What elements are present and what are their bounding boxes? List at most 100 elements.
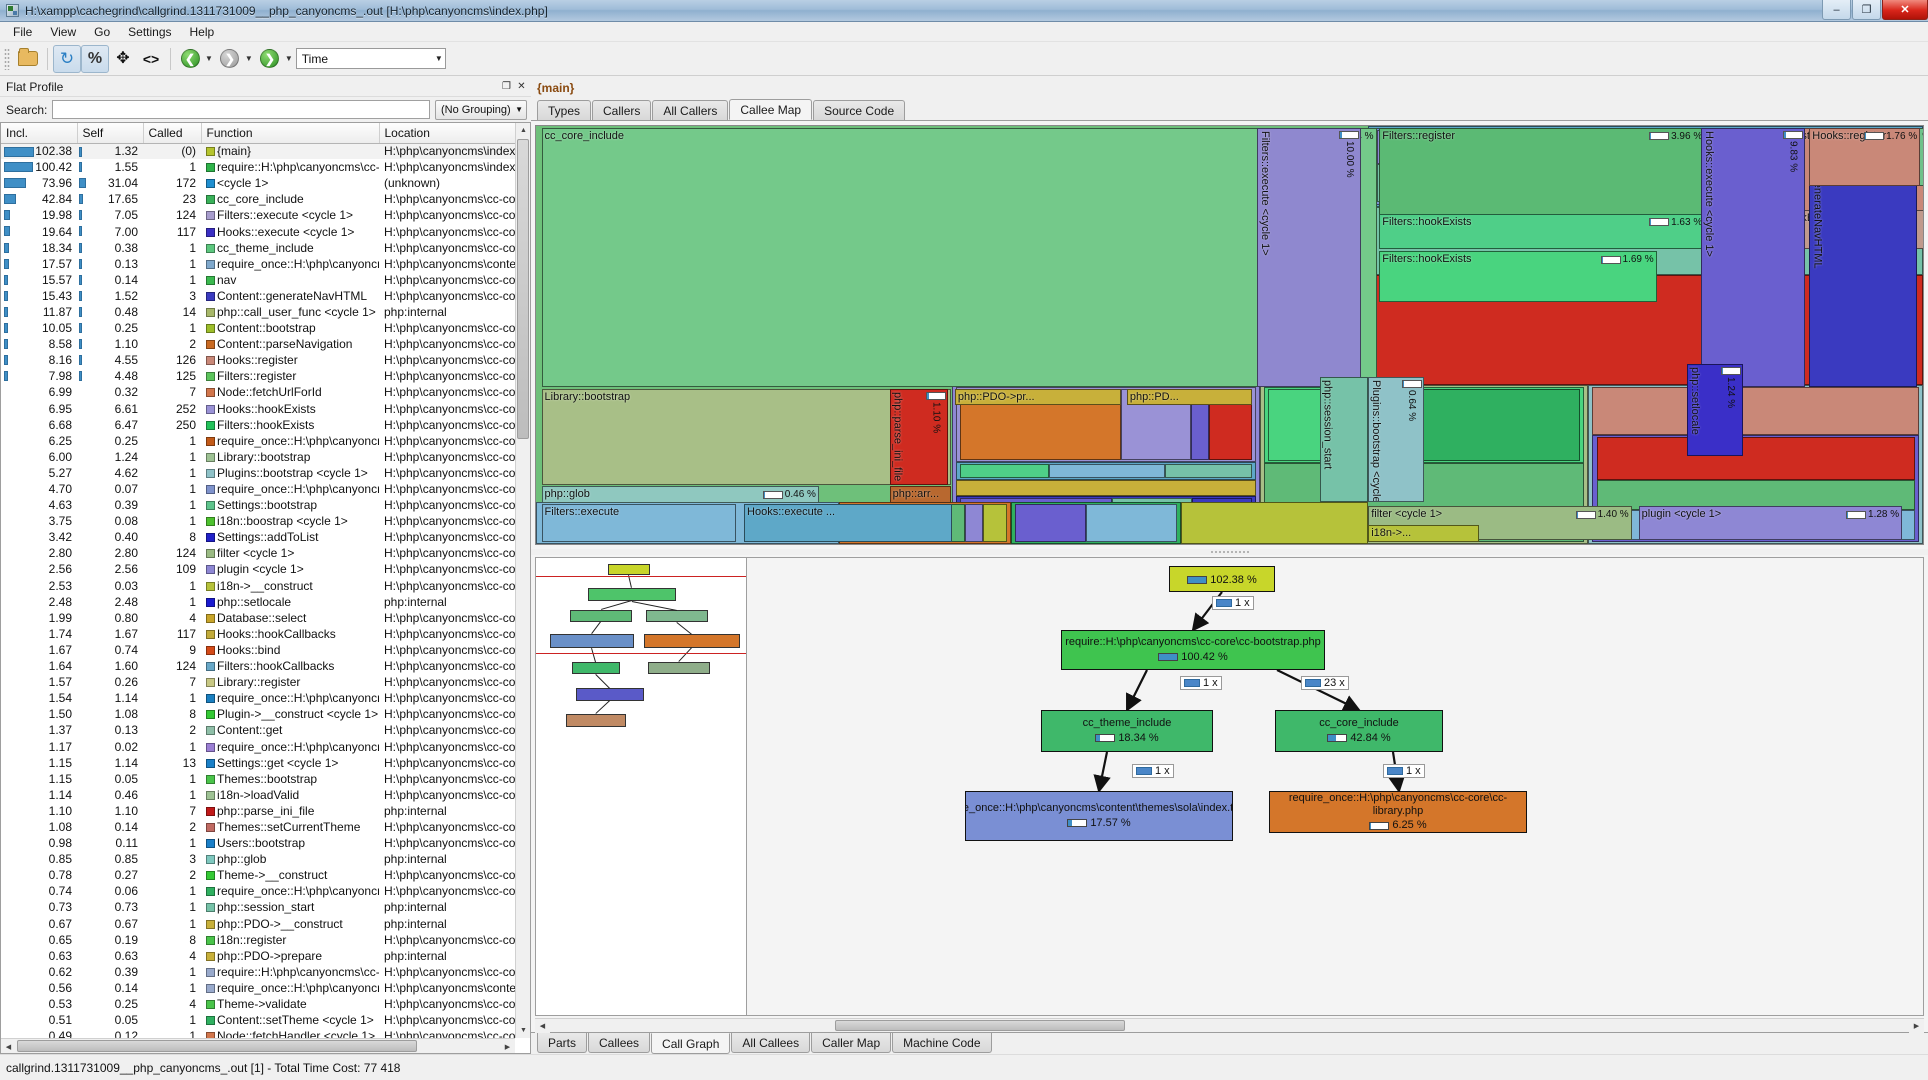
call-graph-canvas[interactable]: 102.38 % require::H:\php\canyoncms\cc-cor… (747, 557, 1924, 1016)
tab-all-callers[interactable]: All Callers (652, 100, 729, 120)
treemap-cell[interactable] (960, 464, 1050, 479)
table-row[interactable]: 1.67 0.74 9 Hooks::bind H:\php\canyoncms\cc-… (1, 642, 515, 658)
table-row[interactable]: 10.05 0.25 1 Content::bootstrap H:\php\canyo… (1, 320, 515, 336)
treemap-cell[interactable]: Plugins::bootstrap <cycle 1> 0.64 % (1368, 376, 1424, 503)
cycle-detection-button[interactable]: <> (137, 45, 165, 73)
treemap-cell[interactable]: Hooks::execute <cycle 1> 9.83 % (1701, 127, 1806, 387)
graph-scroll-left-arrow-icon[interactable]: ◀ (535, 1019, 550, 1033)
treemap-cell[interactable]: i18n->... (1368, 525, 1480, 542)
treemap-cell[interactable]: cc_core_include42.84 % (541, 127, 1377, 387)
table-row[interactable]: 1.15 1.14 13 Settings::get <cycle 1> H:\php\… (1, 755, 515, 771)
table-row[interactable]: 0.85 0.85 3 php::glob php:internal (1, 851, 515, 867)
tab-caller-map[interactable]: Caller Map (811, 1033, 892, 1053)
menu-item-settings[interactable]: Settings (119, 23, 180, 41)
table-row[interactable]: 15.57 0.14 1 nav H:\php\canyoncms\cc-core\ (1, 272, 515, 288)
table-row[interactable]: 6.95 6.61 252 Hooks::hookExists H:\php\canyo… (1, 401, 515, 417)
table-row[interactable]: 0.63 0.63 4 php::PDO->prepare php:internal (1, 948, 515, 964)
table-row[interactable]: 6.68 6.47 250 Filters::hookExists H:\php\can… (1, 417, 515, 433)
tab-types[interactable]: Types (537, 100, 592, 120)
table-horizontal-scrollbar[interactable]: ◀ ▶ (1, 1038, 515, 1053)
treemap-cell[interactable]: Filters::hookExists 1.69 % (1379, 251, 1657, 302)
treemap-cell[interactable] (982, 504, 1007, 542)
call-graph-node[interactable]: require_once::H:\php\canyoncms\content\t… (965, 791, 1233, 841)
up-dropdown-caret-icon[interactable]: ▼ (285, 54, 293, 63)
tab-callers[interactable]: Callers (592, 100, 652, 120)
tab-callee-map[interactable]: Callee Map (729, 99, 813, 120)
table-row[interactable]: 1.08 0.14 2 Themes::setCurrentTheme H:\php\c… (1, 819, 515, 835)
table-row[interactable]: 0.51 0.05 1 Content::setTheme <cycle 1> H:\p… (1, 1012, 515, 1028)
table-row[interactable]: 8.16 4.55 126 Hooks::register H:\php\canyonc… (1, 352, 515, 368)
treemap-cell[interactable]: Filters::execute (541, 504, 736, 542)
menu-item-view[interactable]: View (41, 23, 85, 41)
graph-scroll-right-arrow-icon[interactable]: ▶ (1909, 1019, 1924, 1033)
table-row[interactable]: 2.53 0.03 1 i18n->__construct H:\php\canyonc… (1, 578, 515, 594)
reload-button[interactable]: ↻ (53, 44, 81, 73)
column-header-function[interactable]: Function (201, 123, 380, 144)
callee-map-treemap[interactable]: cc_core_include42.84 %Library::bootstrap… (535, 125, 1924, 545)
table-row[interactable]: 17.57 0.13 1 require_once::H:\php\canyoncms… (1, 256, 515, 272)
table-row[interactable]: 3.75 0.08 1 i18n::boostrap <cycle 1> H:\php\… (1, 513, 515, 529)
treemap-cell[interactable] (1015, 504, 1086, 542)
treemap-cell[interactable] (1596, 437, 1915, 481)
call-graph-node[interactable]: cc_theme_include 18.34 % (1041, 710, 1213, 752)
table-row[interactable]: 1.50 1.08 8 Plugin->__construct <cycle 1> H:… (1, 706, 515, 722)
call-graph-node[interactable]: require_once::H:\php\canyoncms\cc-core\c… (1269, 791, 1527, 833)
treemap-cell[interactable]: php::session_start (1319, 376, 1369, 503)
table-row[interactable]: 7.98 4.48 125 Filters::register H:\php\canyo… (1, 368, 515, 384)
treemap-cell[interactable]: php::setlocale 1.24 % (1687, 364, 1743, 457)
scroll-right-arrow-icon[interactable]: ▶ (500, 1039, 515, 1053)
table-row[interactable]: 1.15 0.05 1 Themes::bootstrap H:\php\canyonc… (1, 771, 515, 787)
table-row[interactable]: 1.64 1.60 124 Filters::hookCallbacks H:\php\… (1, 658, 515, 674)
treemap-cell[interactable] (1592, 387, 1919, 435)
table-row[interactable]: 11.87 0.48 14 php::call_user_func <cycle 1>… (1, 304, 515, 320)
call-graph-overview[interactable] (535, 557, 747, 1016)
treemap-cell[interactable] (1180, 502, 1369, 544)
table-row[interactable]: 1.57 0.26 7 Library::register H:\php\canyonc… (1, 674, 515, 690)
forward-dropdown-caret-icon[interactable]: ▼ (245, 54, 253, 63)
table-row[interactable]: 4.63 0.39 1 Settings::bootstrap H:\php\canyo… (1, 497, 515, 513)
table-vertical-scrollbar[interactable]: ▲ ▼ (515, 123, 530, 1038)
table-row[interactable]: 0.78 0.27 2 Theme->__construct H:\php\canyon… (1, 867, 515, 883)
column-header-incl[interactable]: Incl. (1, 123, 78, 144)
table-row[interactable]: 15.43 1.52 3 Content::generateNavHTML H:\php… (1, 288, 515, 304)
table-row[interactable]: 1.99 0.80 4 Database::select H:\php\canyoncm… (1, 610, 515, 626)
treemap-cell[interactable] (1165, 464, 1252, 479)
tab-machine-code[interactable]: Machine Code (892, 1033, 992, 1053)
table-row[interactable]: 0.73 0.73 1 php::session_start php:internal (1, 899, 515, 915)
tab-callees[interactable]: Callees (588, 1033, 651, 1053)
back-button[interactable]: ❮ (176, 45, 204, 73)
treemap-cell[interactable] (956, 480, 1256, 496)
maximize-button[interactable]: ❐ (1852, 0, 1881, 20)
treemap-cell[interactable]: Filters::execute <cycle 1> 10.00 % (1257, 127, 1362, 387)
menu-item-help[interactable]: Help (181, 23, 224, 41)
table-row[interactable]: 2.48 2.48 1 php::setlocale php:internal (1, 594, 515, 610)
event-type-select[interactable]: Time ▼ (295, 48, 446, 69)
call-graph-node[interactable]: 102.38 % (1169, 566, 1275, 592)
table-row[interactable]: 1.10 1.10 7 php::parse_ini_file php:internal (1, 803, 515, 819)
table-row[interactable]: 100.42 1.55 1 require::H:\php\canyoncms\cc-… (1, 159, 515, 175)
forward-button[interactable]: ❯ (216, 45, 244, 73)
tab-all-callees[interactable]: All Callees (731, 1033, 811, 1053)
vertical-scroll-thumb[interactable] (517, 139, 529, 439)
close-icon[interactable]: ✕ (514, 79, 529, 94)
table-row[interactable]: 102.38 1.32 (0) {main} H:\php\canyoncms\inde… (1, 143, 515, 160)
graph-scroll-thumb[interactable] (835, 1020, 1125, 1031)
treemap-cell[interactable]: php::glob 0.46 % (541, 486, 819, 504)
treemap-cell[interactable] (965, 504, 983, 542)
scroll-up-arrow-icon[interactable]: ▲ (516, 123, 530, 138)
table-row[interactable]: 0.65 0.19 8 i18n::register H:\php\canyoncms\… (1, 932, 515, 948)
treemap-cell[interactable] (1049, 464, 1166, 479)
relative-cost-button[interactable]: % (81, 44, 109, 73)
table-row[interactable]: 1.37 0.13 2 Content::get H:\php\canyoncms\cc… (1, 722, 515, 738)
menu-item-file[interactable]: File (4, 23, 41, 41)
treemap-cell[interactable]: php::PDO->pr... (954, 388, 1122, 406)
minimize-button[interactable]: – (1822, 0, 1851, 20)
table-row[interactable]: 5.27 4.62 1 Plugins::bootstrap <cycle 1> H:\… (1, 465, 515, 481)
detach-button[interactable]: ✥ (109, 45, 137, 73)
search-input[interactable] (52, 100, 430, 119)
toolbar-grip[interactable] (4, 47, 10, 70)
table-row[interactable]: 1.54 1.14 1 require_once::H:\php\canyoncms\… (1, 690, 515, 706)
back-dropdown-caret-icon[interactable]: ▼ (205, 54, 213, 63)
table-row[interactable]: 0.53 0.25 4 Theme->validate H:\php\canyoncms… (1, 996, 515, 1012)
open-file-button[interactable] (14, 45, 42, 73)
